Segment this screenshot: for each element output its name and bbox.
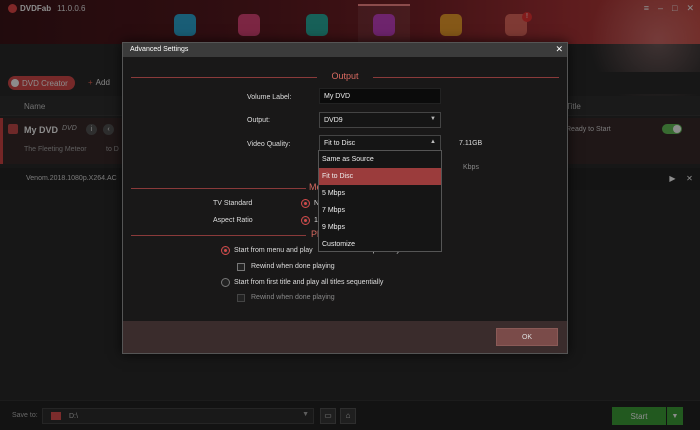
output-select[interactable]: DVD9 ▼ [319, 112, 441, 128]
volume-label-input[interactable]: My DVD [319, 88, 441, 104]
output-size-value: 7.11GB [459, 140, 483, 147]
volume-label-label: Volume Label: [247, 94, 292, 101]
output-section-header: Output [123, 71, 567, 83]
aspect-ratio-radio[interactable] [301, 216, 310, 225]
video-quality-label: Video Quality: [247, 141, 291, 148]
dropdown-option[interactable]: 7 Mbps [319, 202, 441, 219]
chevron-down-icon: ▲ [430, 139, 436, 145]
dropdown-option[interactable]: 5 Mbps [319, 185, 441, 202]
ok-button[interactable]: OK [496, 328, 558, 346]
dropdown-option[interactable]: Fit to Disc [319, 168, 441, 185]
dialog-titlebar: Advanced Settings ✕ [123, 43, 567, 57]
video-quality-select[interactable]: Fit to Disc ▲ [319, 135, 441, 151]
video-quality-dropdown-list: Same as Source Fit to Disc 5 Mbps 7 Mbps 9 M… [318, 150, 442, 252]
start-from-first-title-radio[interactable] [221, 278, 230, 287]
rewind-checkbox[interactable] [237, 263, 245, 271]
rewind-checkbox-disabled [237, 294, 245, 302]
aspect-ratio-label: Aspect Ratio [213, 217, 253, 224]
dropdown-option[interactable]: 9 Mbps [319, 219, 441, 236]
video-quality-value: Fit to Disc [324, 140, 356, 147]
chevron-down-icon: ▼ [430, 116, 436, 122]
rewind-label[interactable]: Rewind when done playing [251, 263, 335, 270]
dialog-title: Advanced Settings [130, 46, 189, 53]
output-select-value: DVD9 [324, 117, 343, 124]
dialog-footer: OK [123, 321, 567, 353]
start-from-menu-radio[interactable] [221, 246, 230, 255]
dropdown-option[interactable]: Same as Source [319, 151, 441, 168]
dropdown-option[interactable]: Customize [319, 236, 441, 253]
rewind-label-disabled: Rewind when done playing [251, 294, 335, 301]
tv-standard-label: TV Standard [213, 200, 253, 207]
output-label: Output: [247, 117, 270, 124]
close-icon[interactable]: ✕ [555, 44, 563, 55]
start-from-first-title-label[interactable]: Start from first title and play all titl… [234, 279, 383, 286]
output-section-title: Output [331, 71, 359, 81]
start-from-menu-label[interactable]: Start from menu and play [234, 247, 313, 254]
tv-standard-radio[interactable] [301, 199, 310, 208]
kbps-label: Kbps [463, 164, 479, 171]
